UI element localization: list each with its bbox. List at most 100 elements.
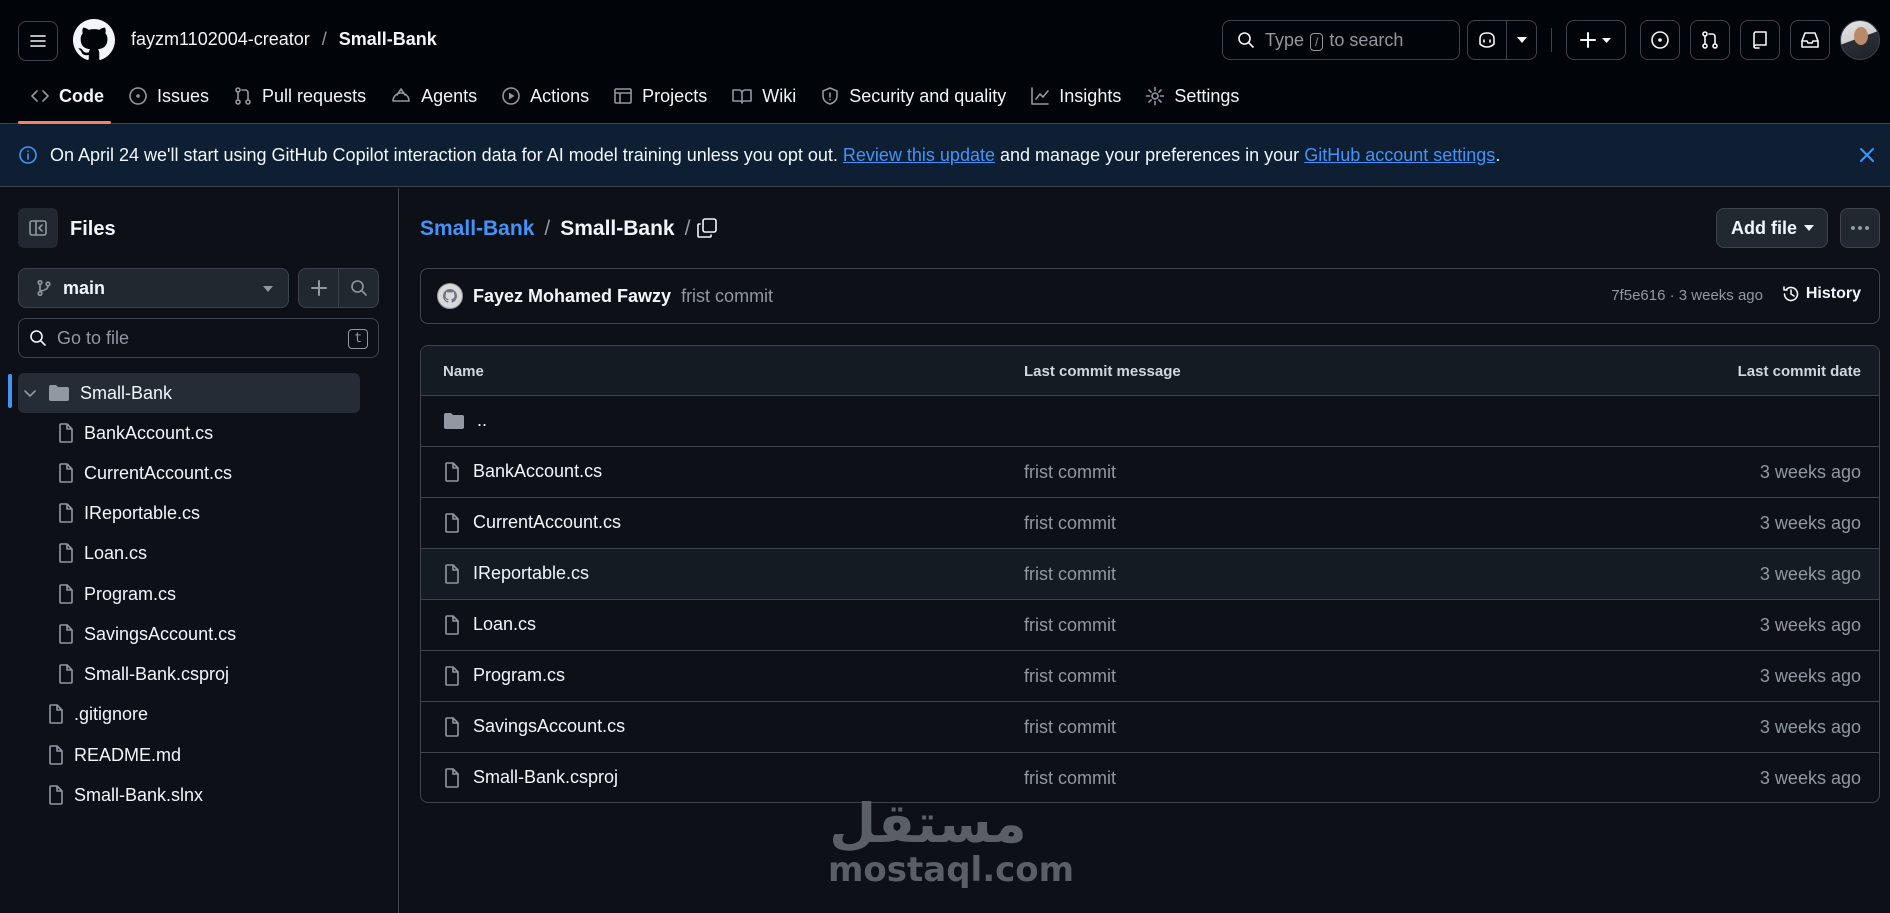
global-search-input[interactable]: Type / to search bbox=[1222, 20, 1460, 60]
parent-directory-label: .. bbox=[477, 410, 488, 430]
repositories-button[interactable] bbox=[1740, 20, 1780, 60]
parent-directory-link[interactable]: .. bbox=[443, 410, 487, 431]
commit-message-link[interactable]: frist commit bbox=[1024, 717, 1116, 738]
tree-file[interactable]: Program.cs bbox=[18, 574, 360, 614]
tree-file[interactable]: .gitignore bbox=[18, 694, 360, 734]
commit-message-link[interactable]: frist commit bbox=[1024, 564, 1116, 585]
collapse-sidebar-button[interactable] bbox=[18, 208, 58, 248]
breadcrumb-root-link[interactable]: Small-Bank bbox=[420, 217, 534, 241]
repo-context-breadcrumb: fayzm1102004-creator / Small-Bank bbox=[131, 29, 437, 50]
tab-code[interactable]: Code bbox=[18, 78, 116, 114]
tree-file[interactable]: BankAccount.cs bbox=[18, 413, 360, 453]
table-row[interactable]: Loan.cs frist commit 3 weeks ago bbox=[421, 600, 1879, 651]
tree-file[interactable]: Small-Bank.slnx bbox=[18, 775, 360, 815]
plus-icon bbox=[1580, 32, 1611, 48]
go-to-file-input[interactable]: Go to file t bbox=[18, 318, 379, 358]
table-row[interactable]: IReportable.cs frist commit 3 weeks ago bbox=[421, 549, 1879, 600]
tree-file[interactable]: Loan.cs bbox=[18, 533, 360, 573]
search-icon bbox=[30, 330, 46, 346]
user-avatar[interactable] bbox=[1840, 20, 1880, 60]
tree-file[interactable]: Small-Bank.csproj bbox=[18, 654, 360, 694]
tab-pull-requests[interactable]: Pull requests bbox=[221, 78, 378, 114]
file-link[interactable]: Small-Bank.csproj bbox=[443, 767, 618, 788]
graph-icon bbox=[1031, 87, 1050, 105]
file-link[interactable]: CurrentAccount.cs bbox=[443, 512, 621, 533]
repo-icon bbox=[1753, 31, 1767, 49]
tree-file[interactable]: IReportable.cs bbox=[18, 493, 360, 533]
commit-message-link[interactable]: frist commit bbox=[1024, 513, 1116, 534]
add-file-sidebar-button[interactable] bbox=[298, 268, 339, 308]
play-icon bbox=[502, 87, 520, 105]
tab-issues[interactable]: Issues bbox=[116, 78, 221, 114]
branch-selector[interactable]: main bbox=[18, 268, 289, 308]
table-row[interactable]: Small-Bank.csproj frist commit 3 weeks a… bbox=[421, 753, 1879, 802]
review-update-link[interactable]: Review this update bbox=[843, 145, 995, 165]
commit-message-link[interactable]: frist commit bbox=[1024, 615, 1116, 636]
file-tree-sidebar: Files main Go to file t Small-Bank BankA… bbox=[0, 188, 399, 913]
add-file-button[interactable]: Add file bbox=[1716, 208, 1828, 248]
tree-item-label: Program.cs bbox=[84, 583, 177, 604]
file-table: Name Last commit message Last commit dat… bbox=[420, 345, 1880, 803]
search-files-button[interactable] bbox=[338, 268, 379, 308]
menu-button[interactable] bbox=[18, 21, 58, 61]
commit-author-avatar[interactable] bbox=[437, 283, 463, 309]
commit-message[interactable]: frist commit bbox=[681, 286, 773, 307]
plus-icon bbox=[310, 280, 327, 296]
create-new-button[interactable] bbox=[1566, 20, 1626, 60]
file-link[interactable]: Program.cs bbox=[443, 665, 565, 686]
history-button[interactable]: History bbox=[1782, 285, 1861, 303]
gear-icon bbox=[1146, 86, 1165, 106]
account-settings-link[interactable]: GitHub account settings bbox=[1304, 145, 1495, 165]
issues-button[interactable] bbox=[1640, 20, 1680, 60]
tab-agents[interactable]: Agents bbox=[378, 78, 489, 114]
chevron-down-icon bbox=[1804, 225, 1814, 231]
inbox-button[interactable] bbox=[1790, 20, 1830, 60]
tab-insights[interactable]: Insights bbox=[1018, 78, 1133, 114]
file-link[interactable]: IReportable.cs bbox=[443, 563, 589, 584]
file-link[interactable]: BankAccount.cs bbox=[443, 461, 602, 482]
file-link[interactable]: Loan.cs bbox=[443, 614, 536, 635]
copilot-menu-button[interactable] bbox=[1507, 20, 1537, 60]
tab-settings[interactable]: Settings bbox=[1133, 78, 1251, 114]
close-icon[interactable] bbox=[1858, 146, 1876, 164]
more-options-button[interactable] bbox=[1840, 208, 1880, 248]
table-row[interactable]: SavingsAccount.cs frist commit 3 weeks a… bbox=[421, 702, 1879, 753]
commit-message-link[interactable]: frist commit bbox=[1024, 666, 1116, 687]
copilot-button[interactable] bbox=[1467, 20, 1507, 60]
github-logo-icon[interactable] bbox=[73, 19, 115, 61]
commit-hash-time[interactable]: 7f5e616 · 3 weeks ago bbox=[1611, 287, 1763, 304]
owner-link[interactable]: fayzm1102004-creator bbox=[131, 29, 310, 49]
copy-path-icon[interactable] bbox=[695, 216, 719, 240]
table-row[interactable]: BankAccount.cs frist commit 3 weeks ago bbox=[421, 447, 1879, 498]
file-icon bbox=[59, 503, 73, 523]
breadcrumb-separator: / bbox=[544, 217, 551, 240]
history-icon bbox=[1783, 286, 1799, 302]
file-table-header: Name Last commit message Last commit dat… bbox=[421, 346, 1879, 396]
commit-author[interactable]: Fayez Mohamed Fawzy bbox=[473, 286, 671, 307]
commit-date: 3 weeks ago bbox=[1759, 768, 1861, 788]
tab-wiki[interactable]: Wiki bbox=[719, 78, 808, 114]
table-icon bbox=[614, 88, 632, 104]
tree-file[interactable]: README.md bbox=[18, 735, 360, 775]
tab-projects[interactable]: Projects bbox=[601, 78, 719, 114]
commit-message-link[interactable]: frist commit bbox=[1024, 768, 1116, 789]
repo-link[interactable]: Small-Bank bbox=[339, 29, 437, 49]
parent-directory-row[interactable]: .. bbox=[421, 396, 1879, 447]
table-row[interactable]: Program.cs frist commit 3 weeks ago bbox=[421, 651, 1879, 702]
tab-actions[interactable]: Actions bbox=[489, 78, 601, 114]
table-row[interactable]: CurrentAccount.cs frist commit 3 weeks a… bbox=[421, 498, 1879, 549]
commit-date: 3 weeks ago bbox=[1759, 513, 1861, 533]
commit-message-link[interactable]: frist commit bbox=[1024, 462, 1116, 483]
tab-pull-requests-label: Pull requests bbox=[262, 85, 367, 106]
pull-requests-button[interactable] bbox=[1690, 20, 1730, 60]
file-link[interactable]: SavingsAccount.cs bbox=[443, 716, 625, 737]
file-icon bbox=[445, 767, 459, 788]
tree-file[interactable]: CurrentAccount.cs bbox=[18, 453, 360, 493]
tree-folder-small-bank[interactable]: Small-Bank bbox=[18, 373, 360, 413]
agent-icon bbox=[392, 88, 410, 102]
tab-security[interactable]: Security and quality bbox=[808, 78, 1018, 114]
header-divider bbox=[1551, 28, 1552, 52]
tree-file[interactable]: SavingsAccount.cs bbox=[18, 614, 360, 654]
issue-icon bbox=[129, 87, 147, 105]
book-icon bbox=[732, 89, 753, 104]
